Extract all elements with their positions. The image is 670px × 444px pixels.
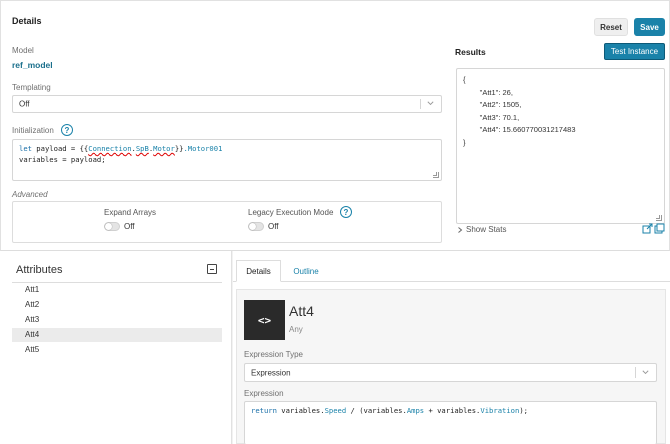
results-output: { "Att1": 26, "Att2": 1505, "Att3": 70.1… — [456, 68, 665, 224]
attribute-list-item[interactable]: Att2 — [12, 298, 222, 312]
save-button[interactable]: Save — [634, 18, 665, 36]
tab-details[interactable]: Details — [236, 260, 281, 282]
templating-value: Off — [19, 99, 30, 109]
attribute-list-item[interactable]: Att3 — [12, 313, 222, 327]
help-icon[interactable]: ? — [61, 124, 73, 136]
initialization-code: let payload = {{Connection.SpB.Motor}}.M… — [19, 144, 223, 164]
model-label: Model — [12, 46, 34, 55]
results-title: Results — [455, 47, 486, 57]
code-icon: <> — [244, 300, 285, 340]
legacy-mode-state: Off — [268, 222, 279, 231]
show-stats-toggle[interactable]: Show Stats — [466, 225, 506, 234]
chevron-right-icon[interactable] — [456, 226, 464, 234]
open-external-icon[interactable] — [642, 223, 653, 234]
attributes-title: Attributes — [16, 264, 63, 276]
resize-handle[interactable] — [656, 215, 662, 221]
reset-button[interactable]: Reset — [594, 18, 628, 36]
advanced-label: Advanced — [12, 190, 48, 199]
expand-arrays-label: Expand Arrays — [104, 208, 157, 217]
tab-outline[interactable]: Outline — [284, 260, 328, 282]
expression-code: return variables.Speed / (variables.Amps… — [251, 406, 528, 415]
select-separator — [635, 367, 636, 378]
initialization-label: Initialization — [12, 126, 54, 135]
expression-type-select[interactable]: Expression — [244, 363, 657, 382]
attribute-list-item[interactable]: Att1 — [12, 283, 222, 297]
legacy-mode-label: Legacy Execution Mode — [248, 208, 334, 217]
expression-label: Expression — [244, 389, 284, 398]
expand-arrays-state: Off — [124, 222, 135, 231]
advanced-box — [12, 201, 442, 243]
attribute-type: Any — [289, 325, 303, 334]
legacy-mode-toggle[interactable] — [248, 222, 264, 231]
templating-label: Templating — [12, 83, 51, 92]
select-separator — [420, 99, 421, 109]
expression-type-value: Expression — [251, 368, 291, 377]
help-icon[interactable]: ? — [340, 206, 352, 218]
test-instance-button[interactable]: Test Instance — [604, 43, 665, 60]
attribute-list-item[interactable]: Att5 — [12, 343, 222, 357]
expression-editor[interactable]: return variables.Speed / (variables.Amps… — [244, 401, 657, 444]
model-link[interactable]: ref_model — [12, 60, 53, 70]
resize-handle[interactable] — [433, 172, 439, 178]
chevron-down-icon — [427, 101, 434, 106]
results-json: { "Att1": 26, "Att2": 1505, "Att3": 70.1… — [463, 75, 576, 147]
attribute-list-item-selected[interactable]: Att4 — [12, 328, 222, 342]
initialization-editor[interactable]: let payload = {{Connection.SpB.Motor}}.M… — [12, 139, 442, 181]
attribute-name: Att4 — [289, 303, 314, 319]
expand-arrays-toggle[interactable] — [104, 222, 120, 231]
expression-type-label: Expression Type — [244, 350, 303, 359]
collapse-icon[interactable] — [207, 264, 217, 274]
details-title: Details — [12, 16, 42, 26]
templating-select[interactable]: Off — [12, 95, 442, 113]
chevron-down-icon — [642, 369, 649, 374]
copy-icon[interactable] — [654, 223, 665, 234]
